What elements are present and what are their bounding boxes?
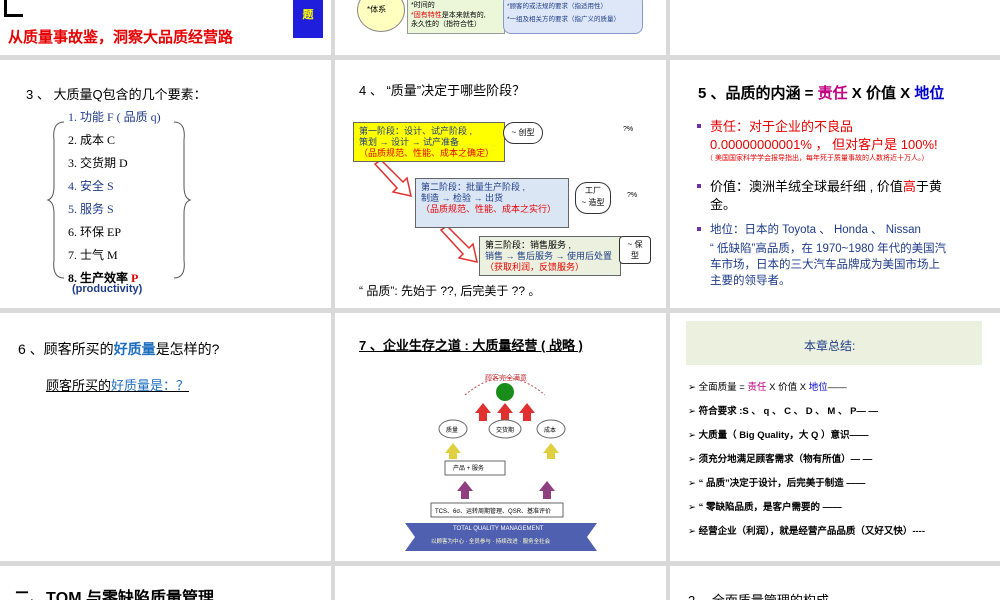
left-brace-icon bbox=[46, 121, 65, 279]
stage-3-title: 第三阶段：销售服务 , bbox=[485, 240, 572, 250]
pillar-cost: 成本 bbox=[544, 428, 557, 434]
slide-2-system-label: *体系 bbox=[367, 5, 387, 14]
slide-thumb-1[interactable]: 从质量事故鉴，洞察大品质经营路 题 bbox=[0, 0, 331, 55]
slide-7-question: 顾客所买的好质量是：？ bbox=[46, 378, 190, 393]
slide-thumb-2[interactable]: *体系 *时间的 *固有特性是本来就有的, 永久性的（指符合性） *顾客的或法规… bbox=[335, 0, 666, 55]
slide-1-title: 从质量事故鉴，洞察大品质经营路 bbox=[8, 29, 234, 46]
slide-8-title: 7 、企业生存之道 : 大质量经营 ( 战略 ) bbox=[359, 338, 583, 353]
summary-header: 本章总结: bbox=[804, 339, 856, 353]
stage-3-pill: ~ 保型 bbox=[619, 236, 651, 264]
summary-row-6: ➢ “ 零缺陷品质，是客户需要的 —— bbox=[688, 502, 842, 513]
responsibility-line-1: 责任：对于企业的不良品 bbox=[710, 119, 854, 134]
stage-1-title: 第一阶段：设计、试产阶段 , bbox=[359, 126, 473, 136]
stage-2-title: 第二阶段：批量生产阶段 , bbox=[421, 182, 526, 192]
slide-thumb-8[interactable]: 7 、企业生存之道 : 大质量经营 ( 战略 ) 顾客完全满意 质量 交货期 成… bbox=[335, 313, 666, 561]
slide-thumb-10[interactable]: 二、TQM 与零缺陷质量管理 bbox=[0, 566, 331, 600]
stage-2-pill: 工厂 ~ 造型 bbox=[575, 182, 611, 214]
stage-1-flow: 策划 → 设计 → 试产准备 bbox=[359, 137, 460, 147]
slide-7-title: 6 、顾客所买的好质量是怎样的? bbox=[18, 341, 220, 357]
stage-3-flow: 销售 → 售后服务 → 使用后处置 bbox=[485, 251, 613, 261]
stage-2-box: 第二阶段：批量生产阶段 , 制造 → 检验 → 出货 （品质规范、性能、成本之实… bbox=[415, 178, 569, 228]
slide-1-badge-text: 题 bbox=[302, 9, 314, 21]
element-item-4: 4. 安全 S bbox=[68, 179, 114, 193]
slide-2-bullet-1: *时间的 bbox=[411, 2, 435, 9]
summary-row-2: ➢ 符合要求 :S 、 q 、 C 、 D 、 M 、 P— — bbox=[688, 406, 879, 417]
slide-thumb-4[interactable]: 3 、 大质量Q包含的几个要素： 1. 功能 F ( 品质 q) 2. 成本 C… bbox=[0, 60, 331, 308]
stage-3-note: （获取利润，反馈服务） bbox=[485, 262, 585, 272]
responsibility-note: （ 美国国家科学学会报导指出，每年死于质量事故的人数将近十万人。） bbox=[706, 155, 929, 162]
element-item-8-sub: (productivity) bbox=[72, 283, 143, 295]
slide-2-right-2: *一组及相关方的要求（指广义的质量） bbox=[507, 16, 621, 23]
summary-row-7: ➢ 经营企业（利润），就是经营产品品质（又好又快）---- bbox=[688, 526, 926, 537]
stage-1-note: （品质规范、性能、成本之确定） bbox=[359, 148, 495, 158]
slide-thumb-9[interactable]: 本章总结: ➢ 全面质量 = 责任 X 价值 X 地位—— ➢ 符合要求 :S … bbox=[670, 313, 1000, 561]
slide-thumb-3[interactable] bbox=[670, 0, 1000, 55]
summary-row-5: ➢ “ 品质”决定于设计，后完美于制造 —— bbox=[688, 478, 866, 489]
element-item-5: 5. 服务 S bbox=[68, 202, 114, 216]
slide-2-right-1: *顾客的或法规的要求（指适用性） bbox=[507, 3, 608, 10]
stage-1-percent: ?% bbox=[623, 126, 634, 133]
slide-thumb-6[interactable]: 5 、品质的内涵 = 责任 X 价值 X 地位 责任：对于企业的不良品 0.00… bbox=[670, 60, 1000, 308]
stage-1-pill: ~ 创型 bbox=[503, 122, 543, 144]
pillar-delivery: 交货期 bbox=[496, 428, 515, 434]
slide-thumb-7[interactable]: 6 、顾客所买的好质量是怎样的? 顾客所买的好质量是：？ bbox=[0, 313, 331, 561]
product-service: 产品 + 服务 bbox=[453, 466, 484, 472]
value-line-2: 金。 bbox=[710, 197, 737, 212]
slide-10-title: 二、TQM 与零缺陷质量管理 bbox=[14, 590, 214, 600]
bullet-icon bbox=[697, 124, 701, 128]
slide-1-corner-mark bbox=[4, 0, 23, 17]
status-line-2: “ 低缺陷”高品质，在 1970~1980 年代的美国汽 bbox=[710, 243, 947, 255]
slide-4-title: 3 、 大质量Q包含的几个要素： bbox=[26, 87, 207, 102]
element-item-1: 1. 功能 F ( 品质 q) bbox=[68, 110, 161, 124]
bullet-icon bbox=[697, 227, 701, 231]
stage-1-box: 第一阶段：设计、试产阶段 , 策划 → 设计 → 试产准备 （品质规范、性能、成… bbox=[353, 122, 505, 162]
slide-1-badge: 题 bbox=[293, 0, 323, 38]
status-line-1: 地位：日本的 Toyota 、 Honda 、 Nissan bbox=[710, 224, 921, 236]
slide-thumb-5[interactable]: 4 、 “质量”决定于哪些阶段？ 第一阶段：设计、试产阶段 , 策划 → 设计 … bbox=[335, 60, 666, 308]
pillar-quality: 质量 bbox=[446, 428, 459, 434]
status-line-4: 主要的领导者。 bbox=[710, 275, 791, 287]
stage-2-flow: 制造 → 检验 → 出货 bbox=[421, 193, 504, 203]
arrow-down-right-icon bbox=[373, 162, 412, 197]
ribbon-line-2: 以顾客为中心 · 全员参与 · 持续改进 · 服务全社会 bbox=[431, 539, 551, 545]
slide-5-footer: “ 品质”: 先始于 ??, 后完美于 ?? 。 bbox=[359, 284, 541, 298]
right-brace-icon bbox=[173, 121, 192, 279]
summary-row-4: ➢ 须充分地满足顾客需求（物有所值）— — bbox=[688, 454, 873, 465]
foundation-methods: TCS、6σ、运转周期管理、QSR、基准评价 bbox=[435, 509, 552, 515]
stage-2-note: （品质规范、性能、成本之实行） bbox=[421, 204, 557, 214]
slide-12-title: 2 、全面质量管理的构成 bbox=[688, 590, 829, 600]
tqm-top-label: 顾客完全满意 bbox=[485, 375, 527, 382]
responsibility-line-2: 0.00000000001% ， 但对客户是 100%! bbox=[710, 137, 938, 152]
slide-5-title: 4 、 “质量”决定于哪些阶段？ bbox=[359, 83, 526, 98]
element-item-3: 3. 交货期 D bbox=[68, 156, 128, 170]
slide-thumb-11[interactable] bbox=[335, 566, 666, 600]
element-item-7: 7. 士气 M bbox=[68, 248, 118, 262]
stage-3-box: 第三阶段：销售服务 , 销售 → 售后服务 → 使用后处置 （获取利润，反馈服务… bbox=[479, 236, 621, 276]
slide-6-title: 5 、品质的内涵 = 责任 X 价值 X 地位 bbox=[698, 85, 945, 102]
summary-row-3: ➢ 大质量（ Big Quality，大 Q ）意识—— bbox=[688, 430, 869, 441]
summary-row-1: ➢ 全面质量 = 责任 X 价值 X 地位—— bbox=[688, 382, 847, 393]
slide-thumb-12[interactable]: 2 、全面质量管理的构成 bbox=[670, 566, 1000, 600]
value-line-1: 价值：澳洲羊绒全球最纤细 , 价值高于黄 bbox=[710, 179, 942, 194]
stage-2-percent: ?% bbox=[627, 192, 638, 199]
status-line-3: 车市场，日本的三大汽车品牌成为美国市场上 bbox=[710, 259, 940, 271]
slide-2-bullet-3: 永久性的（指符合性） bbox=[411, 21, 481, 28]
bullet-icon bbox=[697, 184, 701, 188]
element-item-6: 6. 环保 EP bbox=[68, 225, 122, 239]
ribbon-line-1: TOTAL QUALITY MANAGEMENT bbox=[453, 526, 544, 532]
element-item-2: 2. 成本 C bbox=[68, 133, 116, 147]
